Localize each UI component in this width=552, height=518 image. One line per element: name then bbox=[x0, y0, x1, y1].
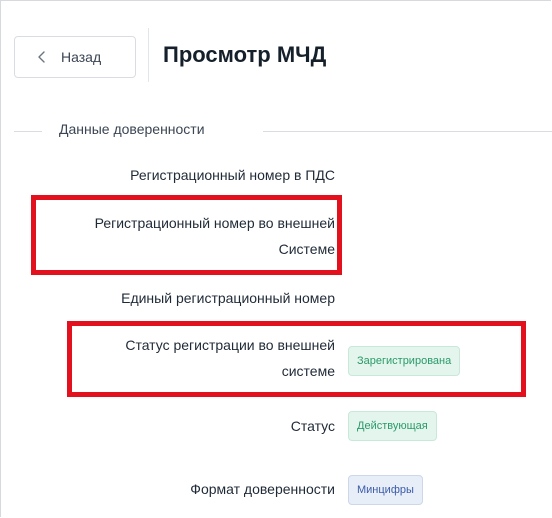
chevron-left-icon bbox=[38, 51, 45, 63]
status-badge: Действующая bbox=[348, 411, 437, 441]
field-label-reg-number-pds: Регистрационный номер в ПДС bbox=[130, 167, 335, 183]
highlight-box-reg-number-external bbox=[31, 195, 342, 275]
field-label-status: Статус bbox=[290, 418, 335, 434]
field-label-reg-number-external-line2: Системе bbox=[278, 241, 335, 257]
back-button-label: Назад bbox=[61, 49, 102, 65]
page-title: Просмотр МЧД bbox=[163, 42, 327, 67]
field-label-format: Формат доверенности bbox=[190, 481, 335, 497]
field-label-external-reg-status-line2: системе bbox=[281, 363, 335, 379]
field-label-external-reg-status-line1: Статус регистрации во внешней bbox=[125, 337, 335, 353]
back-button[interactable]: Назад bbox=[14, 36, 136, 78]
section-title: Данные доверенности bbox=[59, 121, 205, 137]
field-label-unified-reg-number: Единый регистрационный номер bbox=[121, 290, 335, 306]
header-divider bbox=[148, 28, 149, 82]
external-reg-status-badge: Зарегистрирована bbox=[348, 346, 461, 376]
section-divider-left bbox=[14, 131, 42, 132]
section-divider-right bbox=[263, 131, 552, 132]
field-label-reg-number-external-line1: Регистрационный номер во внешней bbox=[94, 215, 335, 231]
mchd-view-panel: Назад Просмотр МЧД Данные доверенности Р… bbox=[0, 0, 552, 517]
format-badge: Минцифры bbox=[348, 475, 423, 505]
